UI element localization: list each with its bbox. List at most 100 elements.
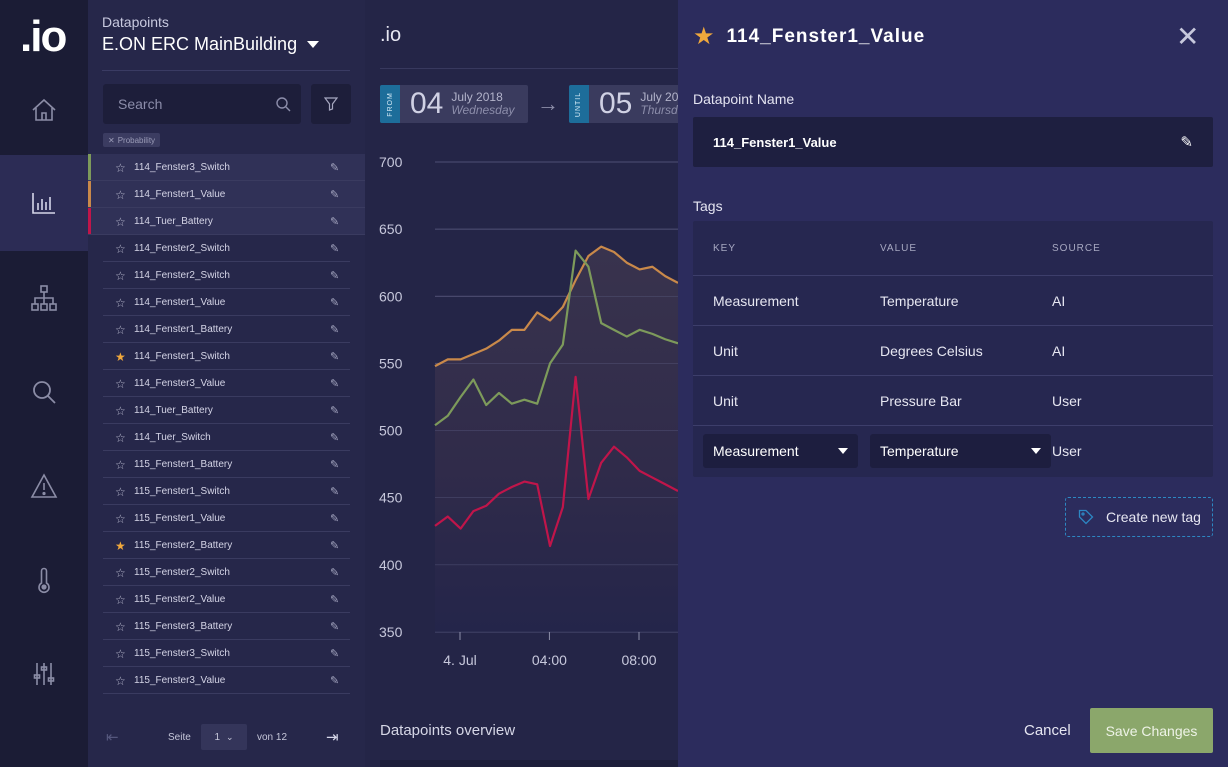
- star-icon[interactable]: ☆: [115, 188, 134, 202]
- star-icon[interactable]: ☆: [115, 242, 134, 256]
- star-icon[interactable]: ☆: [115, 485, 134, 499]
- page-select[interactable]: 1 ⌄: [201, 724, 247, 750]
- datapoint-list-item[interactable]: ☆ 114_Fenster1_Value ✎: [88, 181, 365, 208]
- tag-row[interactable]: Unit Pressure Bar User: [693, 376, 1213, 426]
- until-date-picker[interactable]: UNTIL 05 July 20 Thursd: [569, 85, 678, 123]
- rail-settings[interactable]: [0, 626, 88, 722]
- datapoint-list-item[interactable]: ★ 114_Fenster1_Switch ✎: [88, 343, 365, 370]
- star-icon[interactable]: ☆: [115, 458, 134, 472]
- star-icon[interactable]: ☆: [115, 296, 134, 310]
- datapoint-name-field[interactable]: 114_Fenster1_Value ✎: [693, 117, 1213, 167]
- star-icon[interactable]: ☆: [115, 431, 134, 445]
- pencil-icon[interactable]: ✎: [330, 485, 339, 498]
- datapoint-label: 115_Fenster2_Value: [134, 594, 226, 605]
- datapoint-label: 114_Fenster3_Value: [134, 378, 226, 389]
- datapoint-label: 115_Fenster1_Switch: [134, 486, 230, 497]
- datapoint-list-item[interactable]: ☆ 114_Fenster1_Battery ✎: [88, 316, 365, 343]
- star-icon[interactable]: ☆: [115, 377, 134, 391]
- building-selector[interactable]: E.ON ERC MainBuilding: [102, 34, 320, 55]
- pencil-icon[interactable]: ✎: [330, 458, 339, 471]
- star-icon[interactable]: ☆: [115, 620, 134, 634]
- filter-button[interactable]: [311, 84, 351, 124]
- last-page-icon[interactable]: ⇥: [326, 728, 339, 746]
- pencil-icon[interactable]: ✎: [1180, 133, 1193, 151]
- star-icon[interactable]: ☆: [115, 566, 134, 580]
- pencil-icon[interactable]: ✎: [330, 593, 339, 606]
- hierarchy-icon: [31, 285, 57, 311]
- star-icon[interactable]: ★: [115, 539, 134, 553]
- filter-chip[interactable]: ✕ Probability: [103, 133, 161, 147]
- star-icon[interactable]: ☆: [115, 323, 134, 337]
- rail-home[interactable]: [0, 62, 88, 158]
- pencil-icon[interactable]: ✎: [330, 323, 339, 336]
- pencil-icon[interactable]: ✎: [330, 404, 339, 417]
- datapoint-list-item[interactable]: ☆ 114_Tuer_Switch ✎: [88, 424, 365, 451]
- datapoint-list-item[interactable]: ☆ 114_Tuer_Battery ✎: [88, 208, 365, 235]
- from-tag: FROM: [380, 85, 400, 123]
- pencil-icon[interactable]: ✎: [330, 242, 339, 255]
- app-logo[interactable]: .io: [20, 12, 67, 62]
- datapoint-list-item[interactable]: ☆ 115_Fenster1_Battery ✎: [88, 451, 365, 478]
- datapoint-list-item[interactable]: ☆ 115_Fenster2_Value ✎: [88, 586, 365, 613]
- datapoint-list-item[interactable]: ☆ 115_Fenster3_Value ✎: [88, 667, 365, 694]
- tag-key-selected: Measurement: [713, 443, 799, 459]
- datapoint-list-item[interactable]: ☆ 115_Fenster3_Switch ✎: [88, 640, 365, 667]
- line-chart[interactable]: 700 650 600 550 500 450 400 350 4. Jul 04:00 08:00: [365, 140, 678, 690]
- pencil-icon[interactable]: ✎: [330, 512, 339, 525]
- pencil-icon[interactable]: ✎: [330, 377, 339, 390]
- search-input[interactable]: Search: [103, 84, 301, 124]
- datapoint-list-item[interactable]: ☆ 115_Fenster3_Battery ✎: [88, 613, 365, 640]
- close-icon[interactable]: ✕: [1176, 20, 1199, 53]
- save-changes-button[interactable]: Save Changes: [1090, 708, 1213, 753]
- create-new-tag-button[interactable]: Create new tag: [1065, 497, 1213, 537]
- star-icon[interactable]: ☆: [115, 512, 134, 526]
- from-date-picker[interactable]: FROM 04 July 2018 Wednesday: [380, 85, 528, 123]
- rail-charts[interactable]: [0, 155, 88, 251]
- star-icon[interactable]: ☆: [115, 161, 134, 175]
- tag-key-dropdown[interactable]: Measurement: [703, 434, 858, 468]
- datapoint-list-item[interactable]: ☆ 115_Fenster1_Switch ✎: [88, 478, 365, 505]
- first-page-icon[interactable]: ⇤: [106, 728, 119, 746]
- rail-sensors[interactable]: [0, 532, 88, 628]
- datapoint-list-item[interactable]: ☆ 115_Fenster1_Value ✎: [88, 505, 365, 532]
- datapoint-list-item[interactable]: ☆ 114_Fenster3_Value ✎: [88, 370, 365, 397]
- star-icon[interactable]: ☆: [115, 674, 134, 688]
- x-tick-label: 4. Jul: [443, 652, 476, 668]
- pencil-icon[interactable]: ✎: [330, 566, 339, 579]
- chevron-down-icon: [838, 448, 848, 454]
- tag-row[interactable]: Unit Degrees Celsius AI: [693, 326, 1213, 376]
- star-icon[interactable]: ☆: [115, 404, 134, 418]
- star-icon[interactable]: ☆: [115, 215, 134, 229]
- pencil-icon[interactable]: ✎: [330, 350, 339, 363]
- star-icon[interactable]: ☆: [115, 647, 134, 661]
- close-icon[interactable]: ✕: [108, 136, 115, 145]
- pencil-icon[interactable]: ✎: [330, 269, 339, 282]
- datapoint-list-item[interactable]: ☆ 114_Fenster2_Switch ✎: [88, 262, 365, 289]
- pencil-icon[interactable]: ✎: [330, 161, 339, 174]
- tag-row[interactable]: Measurement Temperature AI: [693, 276, 1213, 326]
- rail-hierarchy[interactable]: [0, 250, 88, 346]
- datapoint-list-item[interactable]: ☆ 115_Fenster2_Switch ✎: [88, 559, 365, 586]
- pencil-icon[interactable]: ✎: [330, 188, 339, 201]
- star-icon[interactable]: ☆: [115, 593, 134, 607]
- star-icon[interactable]: ★: [693, 22, 715, 51]
- pencil-icon[interactable]: ✎: [330, 674, 339, 687]
- cancel-button[interactable]: Cancel: [1024, 722, 1071, 739]
- datapoint-list-item[interactable]: ☆ 114_Tuer_Battery ✎: [88, 397, 365, 424]
- pencil-icon[interactable]: ✎: [330, 647, 339, 660]
- datapoint-label: 114_Fenster1_Value: [134, 297, 226, 308]
- datapoint-list-item[interactable]: ☆ 114_Fenster3_Switch ✎: [88, 154, 365, 181]
- pencil-icon[interactable]: ✎: [330, 539, 339, 552]
- datapoint-list-item[interactable]: ☆ 114_Fenster1_Value ✎: [88, 289, 365, 316]
- pencil-icon[interactable]: ✎: [330, 431, 339, 444]
- datapoint-list-item[interactable]: ★ 115_Fenster2_Battery ✎: [88, 532, 365, 559]
- pencil-icon[interactable]: ✎: [330, 620, 339, 633]
- star-icon[interactable]: ☆: [115, 269, 134, 283]
- datapoint-list-item[interactable]: ☆ 114_Fenster2_Switch ✎: [88, 235, 365, 262]
- star-icon[interactable]: ★: [115, 350, 134, 364]
- pencil-icon[interactable]: ✎: [330, 215, 339, 228]
- tag-value-dropdown[interactable]: Temperature: [870, 434, 1051, 468]
- pencil-icon[interactable]: ✎: [330, 296, 339, 309]
- rail-alerts[interactable]: [0, 438, 88, 534]
- rail-search[interactable]: [0, 344, 88, 440]
